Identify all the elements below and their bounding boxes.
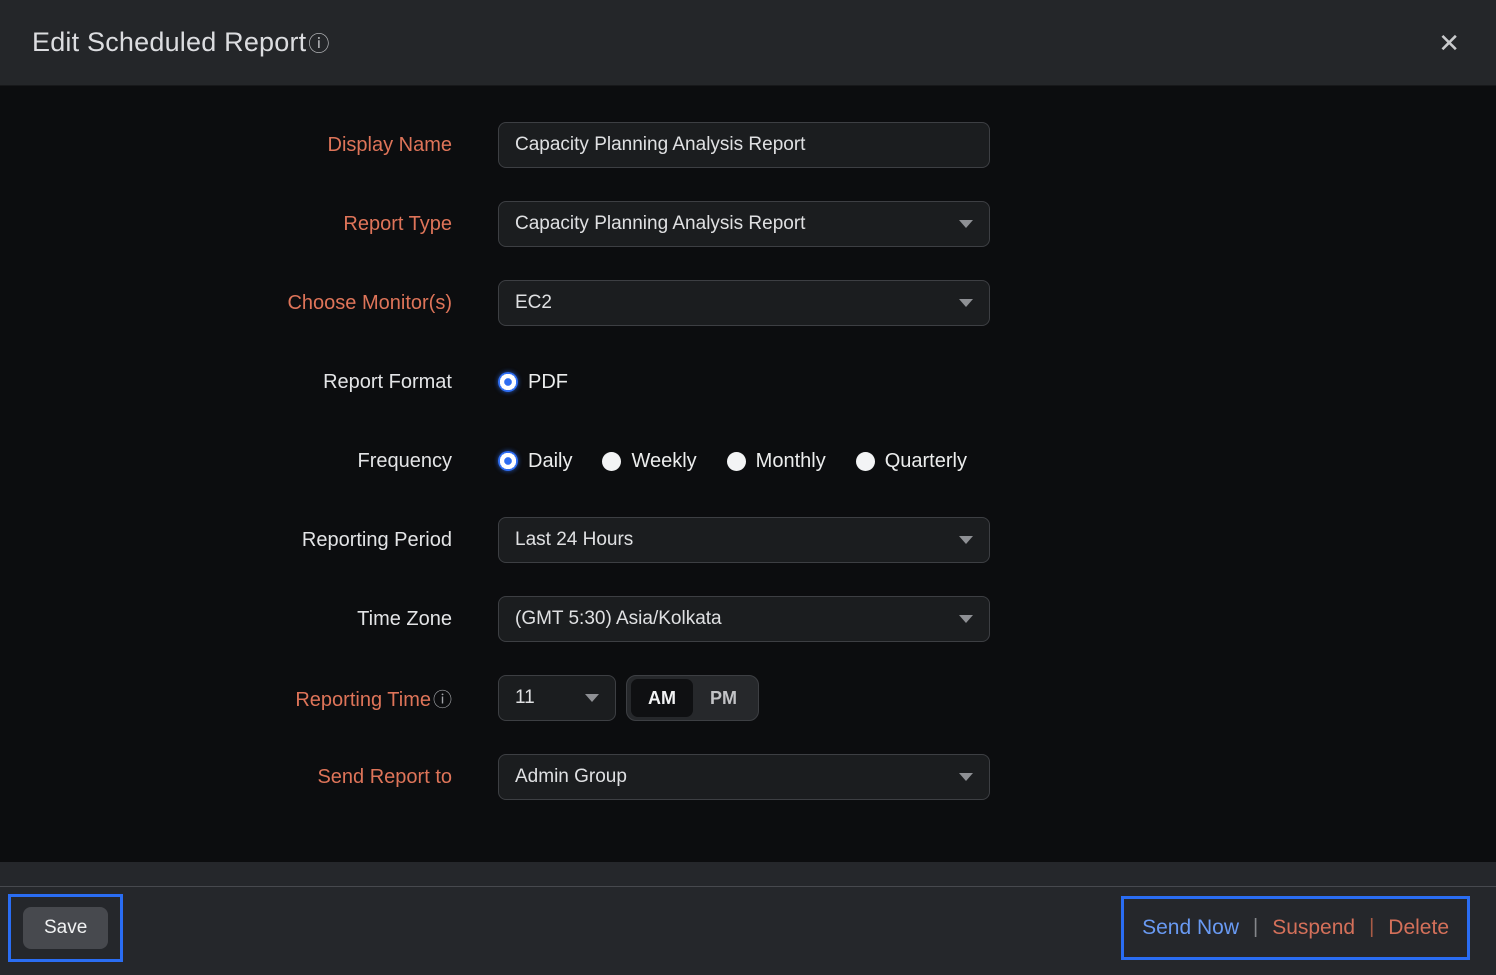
reporting-period-value: Last 24 Hours [515,529,633,551]
choose-monitors-select[interactable]: EC2 [498,280,990,326]
chevron-down-icon [585,694,599,702]
suspend-link[interactable]: Suspend [1272,916,1355,940]
reporting-hour-select[interactable]: 11 [498,675,616,721]
time-zone-label: Time Zone [0,608,452,631]
ampm-toggle: AM PM [626,675,759,721]
save-button[interactable]: Save [23,907,108,949]
separator: | [1253,916,1258,939]
display-name-input[interactable] [498,122,990,168]
reporting-time-row: Reporting Timeⓘ 11 AM PM [0,675,1496,721]
radio-unselected-icon [602,452,621,471]
reporting-period-select[interactable]: Last 24 Hours [498,517,990,563]
reporting-time-label: Reporting Timeⓘ [0,685,452,712]
radio-weekly-label: Weekly [631,450,696,473]
chevron-down-icon [959,220,973,228]
display-name-row: Display Name [0,122,1496,168]
am-segment[interactable]: AM [631,679,693,717]
save-highlight-box: Save [8,894,123,962]
report-format-label: Report Format [0,371,452,394]
dialog-title: Edit Scheduled Reportⓘ [32,27,330,58]
frequency-label: Frequency [0,450,452,473]
send-now-link[interactable]: Send Now [1142,916,1239,940]
send-report-to-value: Admin Group [515,766,627,788]
reporting-hour-value: 11 [515,687,535,709]
actions-highlight-box: Send Now | Suspend | Delete [1121,896,1470,960]
time-zone-row: Time Zone (GMT 5:30) Asia/Kolkata [0,596,1496,642]
dialog-body: Display Name Report Type Capacity Planni… [0,86,1496,862]
send-report-to-select[interactable]: Admin Group [498,754,990,800]
reporting-period-label: Reporting Period [0,529,452,552]
radio-quarterly[interactable]: Quarterly [856,450,967,473]
send-report-to-label: Send Report to [0,766,452,789]
choose-monitors-row: Choose Monitor(s) EC2 [0,280,1496,326]
radio-monthly[interactable]: Monthly [727,450,826,473]
dialog-footer: Save Send Now | Suspend | Delete [0,862,1496,975]
report-type-label: Report Type [0,213,452,236]
radio-weekly[interactable]: Weekly [602,450,696,473]
radio-monthly-label: Monthly [756,450,826,473]
choose-monitors-label: Choose Monitor(s) [0,292,452,315]
report-type-value: Capacity Planning Analysis Report [515,213,805,235]
time-zone-select[interactable]: (GMT 5:30) Asia/Kolkata [498,596,990,642]
time-zone-value: (GMT 5:30) Asia/Kolkata [515,608,722,630]
radio-selected-icon [498,451,518,471]
footer-divider [0,886,1496,887]
choose-monitors-value: EC2 [515,292,552,314]
dialog-header: Edit Scheduled Reportⓘ ✕ [0,0,1496,86]
reporting-time-info-icon: ⓘ [433,690,452,711]
radio-pdf[interactable]: PDF [498,371,568,394]
chevron-down-icon [959,773,973,781]
dialog-title-text: Edit Scheduled Report [32,27,306,58]
radio-selected-icon [498,372,518,392]
report-type-select[interactable]: Capacity Planning Analysis Report [498,201,990,247]
radio-daily[interactable]: Daily [498,450,572,473]
chevron-down-icon [959,536,973,544]
radio-unselected-icon [727,452,746,471]
display-name-label: Display Name [0,134,452,157]
report-type-row: Report Type Capacity Planning Analysis R… [0,201,1496,247]
close-icon[interactable]: ✕ [1438,30,1460,56]
radio-unselected-icon [856,452,875,471]
chevron-down-icon [959,615,973,623]
report-format-row: Report Format PDF [0,359,1496,405]
separator: | [1369,916,1374,939]
radio-quarterly-label: Quarterly [885,450,967,473]
radio-daily-label: Daily [528,450,572,473]
frequency-row: Frequency Daily Weekly Monthly [0,438,1496,484]
pm-segment[interactable]: PM [693,679,754,717]
send-report-to-row: Send Report to Admin Group [0,754,1496,800]
delete-link[interactable]: Delete [1388,916,1449,940]
reporting-period-row: Reporting Period Last 24 Hours [0,517,1496,563]
radio-pdf-label: PDF [528,371,568,394]
edit-scheduled-report-dialog: Edit Scheduled Reportⓘ ✕ Display Name Re… [0,0,1496,975]
title-info-icon: ⓘ [308,28,329,58]
chevron-down-icon [959,299,973,307]
